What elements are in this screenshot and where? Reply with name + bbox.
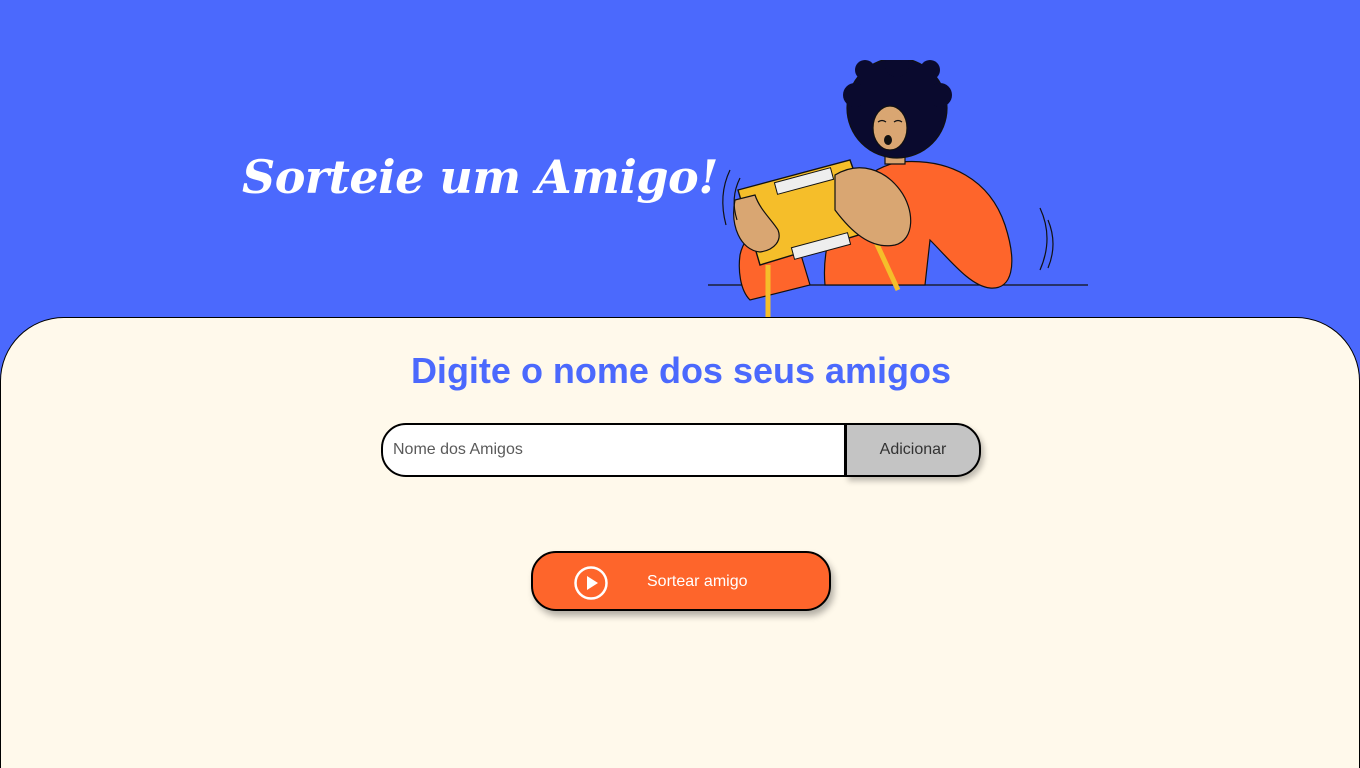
friend-name-input[interactable] <box>381 423 846 477</box>
main-panel: Digite o nome dos seus amigos Adicionar … <box>0 317 1360 768</box>
person-gaming-illustration <box>708 60 1088 318</box>
page-title: Sorteie um Amigo! <box>242 150 718 204</box>
header: Sorteie um Amigo! <box>0 0 1360 320</box>
draw-button-label: Sortear amigo <box>647 573 748 590</box>
section-heading: Digite o nome dos seus amigos <box>410 350 952 391</box>
play-circle-icon <box>574 566 608 600</box>
draw-friend-button[interactable]: Sortear amigo <box>531 551 831 611</box>
add-button[interactable]: Adicionar <box>845 423 981 477</box>
add-friend-form: Adicionar <box>381 423 981 477</box>
